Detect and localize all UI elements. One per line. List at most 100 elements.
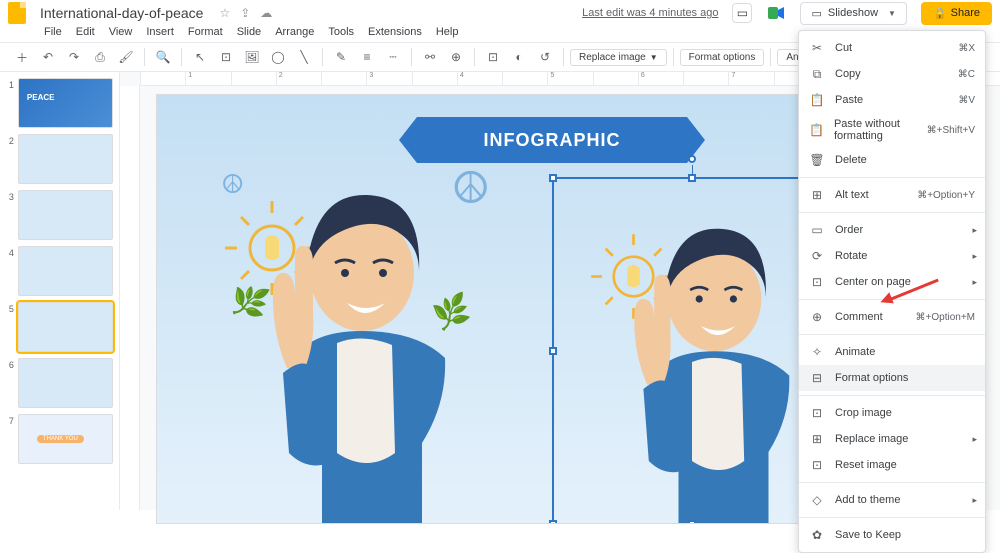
thumbnail-slide-6[interactable]: [18, 358, 113, 408]
zoom-button[interactable]: 🔍: [151, 45, 175, 69]
reset-button[interactable]: ↺: [533, 45, 557, 69]
print-button[interactable]: ⎙: [88, 45, 112, 69]
resize-handle[interactable]: [549, 520, 557, 524]
thumbnail-number: 3: [6, 190, 14, 240]
resize-handle[interactable]: [688, 520, 696, 524]
menu-item-add-to-theme[interactable]: ◇Add to theme: [799, 487, 985, 513]
menu-help[interactable]: Help: [436, 26, 459, 38]
ruler-mark: [140, 72, 185, 85]
meet-button[interactable]: [766, 3, 786, 23]
menu-item-copy[interactable]: ⧉Copy⌘C: [799, 61, 985, 87]
shape-tool[interactable]: ◯: [266, 45, 290, 69]
menu-item-rotate[interactable]: ⟳Rotate: [799, 243, 985, 269]
menu-separator: [799, 482, 985, 483]
menu-item-comment[interactable]: ⊕Comment⌘+Option+M: [799, 304, 985, 330]
select-tool[interactable]: ↖: [188, 45, 212, 69]
menu-item-center-on-page[interactable]: ⊡Center on page: [799, 269, 985, 295]
menu-edit[interactable]: Edit: [76, 26, 95, 38]
move-icon[interactable]: ⇪: [240, 6, 250, 20]
textbox-tool[interactable]: ⊡: [214, 45, 238, 69]
ruler-mark: 7: [728, 72, 773, 85]
menu-view[interactable]: View: [109, 26, 133, 38]
thumbnail-row: 2: [6, 134, 113, 184]
thumbnail-slide-4[interactable]: [18, 246, 113, 296]
menu-item-label: Center on page: [835, 276, 911, 288]
play-icon: ▭: [811, 7, 821, 20]
menu-item-shortcut: ⌘+Option+M: [916, 312, 975, 323]
menu-item-alt-text[interactable]: ⊞Alt text⌘+Option+Y: [799, 182, 985, 208]
cloud-icon[interactable]: ☁: [260, 6, 272, 20]
menu-tools[interactable]: Tools: [328, 26, 354, 38]
person-illustration-left[interactable]: [187, 153, 487, 524]
menu-item-shortcut: ⌘+Shift+V: [927, 125, 975, 136]
menu-item-label: Replace image: [835, 433, 908, 445]
menu-item-animate[interactable]: ✧Animate: [799, 339, 985, 365]
resize-handle[interactable]: [549, 347, 557, 355]
menu-item-crop-image[interactable]: ⊡Crop image: [799, 400, 985, 426]
menu-item-label: Format options: [835, 372, 908, 384]
menu-extensions[interactable]: Extensions: [368, 26, 422, 38]
slideshow-button[interactable]: ▭ Slideshow: [800, 2, 906, 25]
menu-slide[interactable]: Slide: [237, 26, 261, 38]
menu-item-delete[interactable]: 🗑Delete: [799, 147, 985, 173]
menu-item-label: Save to Keep: [835, 529, 901, 541]
image-tool[interactable]: 🖼: [240, 45, 264, 69]
comment-history-button[interactable]: ▭: [732, 3, 752, 23]
thumbnail-slide-7[interactable]: [18, 414, 113, 464]
menu-separator: [799, 212, 985, 213]
share-button[interactable]: 🔒 Share: [921, 2, 992, 25]
document-title[interactable]: International-day-of-peace: [40, 5, 203, 21]
menu-insert[interactable]: Insert: [146, 26, 174, 38]
menu-arrange[interactable]: Arrange: [275, 26, 314, 38]
paint-format-button[interactable]: 🖌: [114, 45, 138, 69]
title-bar: International-day-of-peace ☆ ⇪ ☁ Last ed…: [0, 0, 1000, 26]
format-options-chip[interactable]: Format options: [680, 49, 765, 66]
ruler-mark: [683, 72, 728, 85]
menu-item-reset-image[interactable]: ⊡Reset image: [799, 452, 985, 478]
menu-item-shortcut: ⌘X: [958, 43, 975, 54]
thumbnail-row: 7: [6, 414, 113, 464]
mask-button[interactable]: ◐: [507, 45, 531, 69]
border-weight-button[interactable]: ≡: [355, 45, 379, 69]
redo-button[interactable]: ↷: [62, 45, 86, 69]
menu-item-icon: ✿: [809, 527, 825, 543]
star-icon[interactable]: ☆: [219, 6, 230, 20]
person-svg: [187, 153, 487, 524]
ruler-mark: [593, 72, 638, 85]
thumbnail-slide-3[interactable]: [18, 190, 113, 240]
menu-item-order[interactable]: ▭Order: [799, 217, 985, 243]
resize-handle[interactable]: [549, 174, 557, 182]
selection-box[interactable]: [552, 177, 832, 524]
thumbnail-slide-2[interactable]: [18, 134, 113, 184]
border-dash-button[interactable]: ┄: [381, 45, 405, 69]
undo-button[interactable]: ↶: [36, 45, 60, 69]
menu-file[interactable]: File: [44, 26, 62, 38]
menu-item-format-options[interactable]: ⊟Format options: [799, 365, 985, 391]
menu-item-replace-image[interactable]: ⊞Replace image: [799, 426, 985, 452]
comment-button[interactable]: ⊕: [444, 45, 468, 69]
resize-handle[interactable]: [688, 174, 696, 182]
menu-item-save-to-keep[interactable]: ✿ Save to Keep: [799, 522, 985, 548]
replace-image-chip[interactable]: Replace image ▼: [570, 49, 667, 66]
edit-history[interactable]: Last edit was 4 minutes ago: [582, 7, 718, 19]
menu-item-label: Copy: [835, 68, 861, 80]
rotate-handle[interactable]: [688, 155, 696, 163]
menu-item-label: Delete: [835, 154, 867, 166]
menu-item-cut[interactable]: ✂Cut⌘X: [799, 35, 985, 61]
slides-logo[interactable]: [8, 2, 26, 24]
border-color-button[interactable]: ✎: [329, 45, 353, 69]
slide-canvas[interactable]: ☮ ☮ 🌿 🌿 INFOGRAPHIC: [156, 94, 906, 524]
crop-button[interactable]: ⊡: [481, 45, 505, 69]
slideshow-label: Slideshow: [828, 7, 878, 19]
meet-icon: [768, 7, 784, 19]
thumbnail-slide-1[interactable]: [18, 78, 113, 128]
menu-item-paste[interactable]: 📋Paste⌘V: [799, 87, 985, 113]
new-slide-button[interactable]: ＋: [10, 45, 34, 69]
menu-item-icon: ⊡: [809, 457, 825, 473]
menu-format[interactable]: Format: [188, 26, 223, 38]
thumbnail-slide-5[interactable]: [18, 302, 113, 352]
link-button[interactable]: ⚯: [418, 45, 442, 69]
menu-item-icon: ▭: [809, 222, 825, 238]
line-tool[interactable]: ╲: [292, 45, 316, 69]
menu-item-paste-without-formatting[interactable]: 📋Paste without formatting⌘+Shift+V: [799, 113, 985, 147]
